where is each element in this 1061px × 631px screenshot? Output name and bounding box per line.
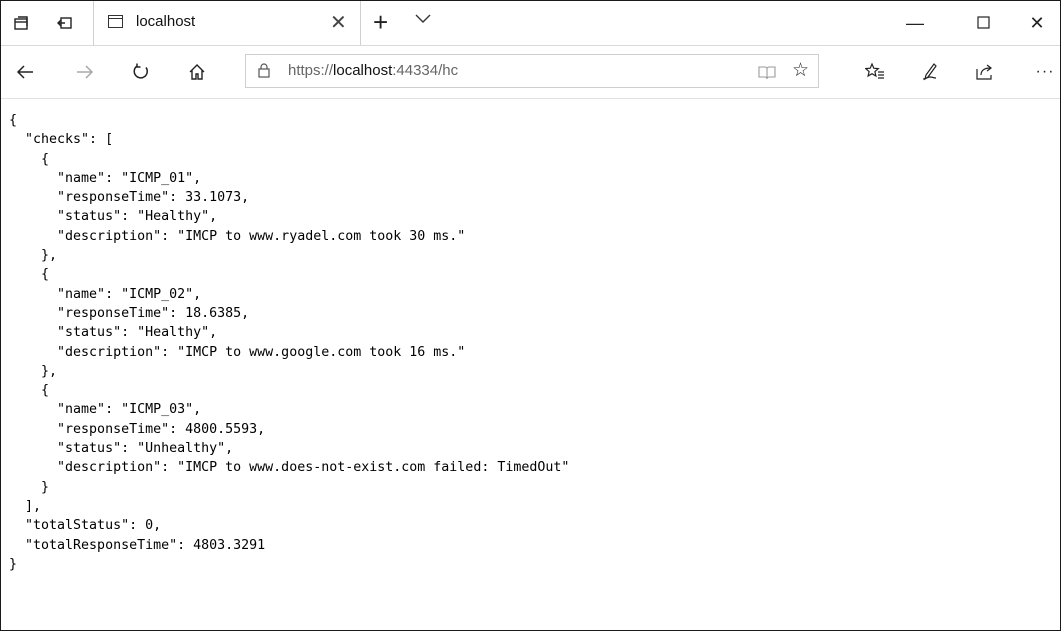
- favorites-hub-icon[interactable]: [861, 58, 889, 86]
- json-response: { "checks": [ { "name": "ICMP_01", "resp…: [9, 113, 570, 572]
- web-note-icon[interactable]: [917, 58, 945, 86]
- page-content: { "checks": [ { "name": "ICMP_01", "resp…: [1, 99, 1060, 630]
- url-text[interactable]: https://localhost:44334/hc: [288, 62, 458, 79]
- address-bar[interactable]: https://localhost:44334/hc ☆: [245, 54, 819, 88]
- minimize-button[interactable]: —: [895, 8, 935, 38]
- tabs-aside-icon[interactable]: [7, 9, 35, 37]
- page-icon: [108, 15, 123, 28]
- back-arrow-icon[interactable]: [11, 58, 39, 86]
- restore-tabs-icon[interactable]: [51, 9, 79, 37]
- tab-title: localhost: [136, 13, 196, 30]
- title-bar: localhost ✕ + — ✕: [1, 1, 1060, 46]
- tab-localhost[interactable]: localhost ✕: [93, 1, 361, 45]
- browser-window: localhost ✕ + — ✕ https://localhost:4433…: [0, 0, 1061, 631]
- refresh-icon[interactable]: [127, 58, 155, 86]
- reading-view-icon[interactable]: [758, 61, 776, 86]
- chevron-down-icon[interactable]: [415, 11, 431, 29]
- close-window-button[interactable]: ✕: [1017, 8, 1057, 38]
- new-tab-button[interactable]: +: [373, 7, 388, 38]
- home-icon[interactable]: [183, 58, 211, 86]
- more-icon[interactable]: ···: [1031, 58, 1059, 86]
- navigation-bar: https://localhost:44334/hc ☆ ···: [1, 46, 1060, 99]
- share-icon[interactable]: [971, 58, 999, 86]
- favorite-star-icon[interactable]: ☆: [792, 59, 809, 82]
- close-tab-icon[interactable]: ✕: [330, 10, 347, 35]
- lock-icon[interactable]: [258, 63, 270, 78]
- maximize-button[interactable]: [963, 8, 1003, 38]
- forward-arrow-icon[interactable]: [71, 58, 99, 86]
